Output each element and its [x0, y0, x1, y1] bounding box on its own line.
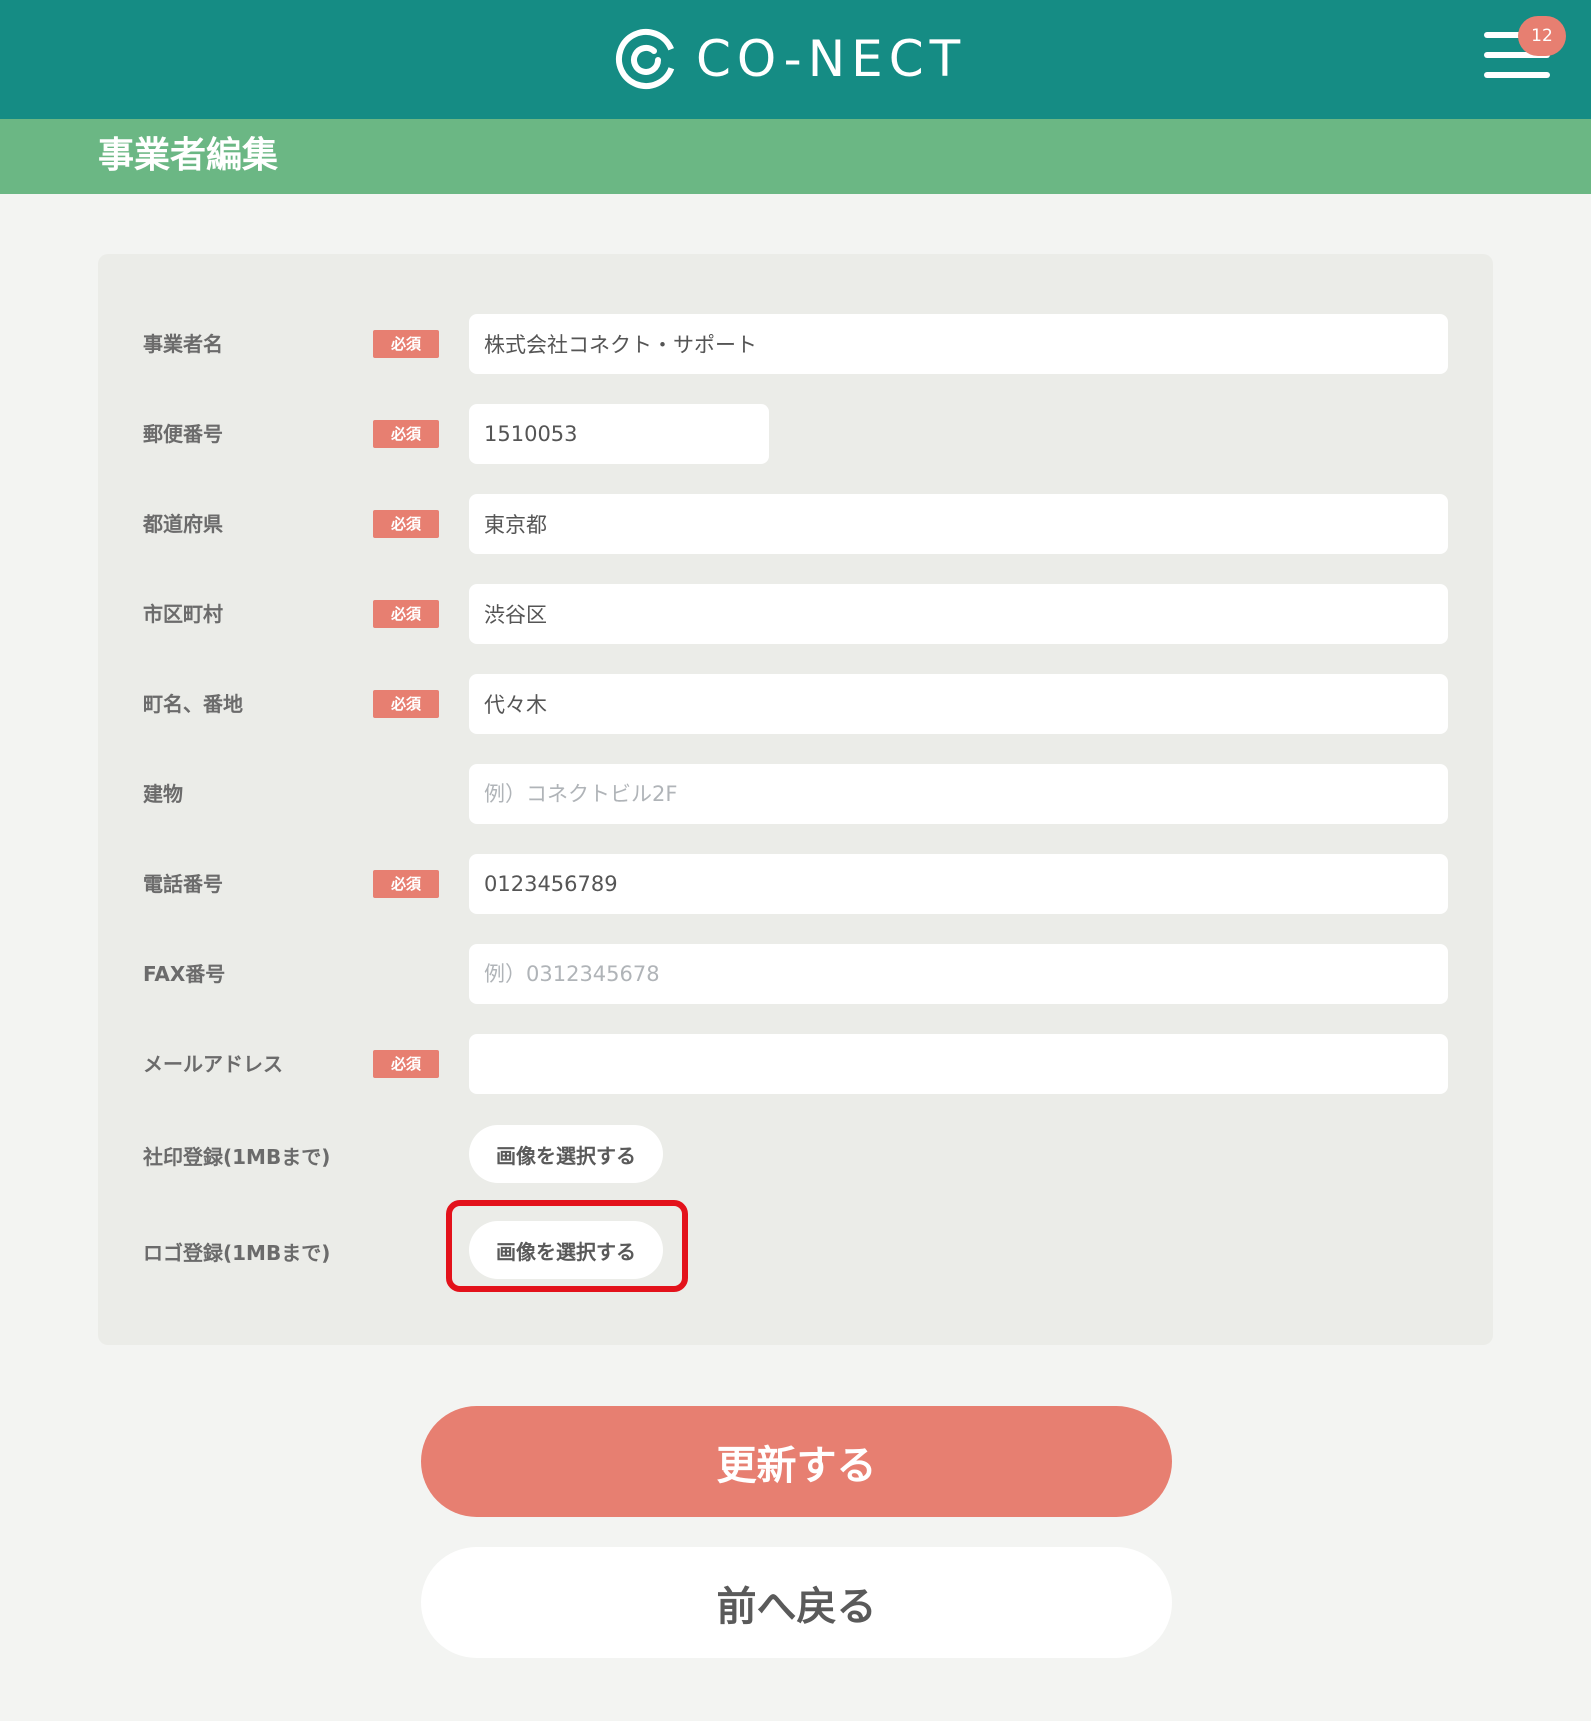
field-label: 建物 — [143, 782, 183, 806]
required-badge: 必須 — [373, 1050, 439, 1078]
required-badge: 必須 — [373, 420, 439, 448]
email-input[interactable] — [469, 1034, 1448, 1094]
page-title: 事業者編集 — [98, 135, 279, 176]
form-row-city: 市区町村 必須 — [98, 584, 1493, 644]
city-input[interactable] — [469, 584, 1448, 644]
form-row-prefecture: 都道府県 必須 — [98, 494, 1493, 554]
form-row-phone: 電話番号 必須 — [98, 854, 1493, 914]
prefecture-input[interactable] — [469, 494, 1448, 554]
form-row-building: 建物 — [98, 764, 1493, 824]
update-button[interactable]: 更新する — [421, 1406, 1172, 1517]
brand-logo-icon — [616, 29, 676, 89]
building-input[interactable] — [469, 764, 1448, 824]
back-button[interactable]: 前へ戻る — [421, 1547, 1172, 1658]
field-label: ロゴ登録(1MBまで) — [143, 1241, 331, 1265]
highlight-annotation — [446, 1200, 688, 1292]
business-name-input[interactable] — [469, 314, 1448, 374]
form-row-seal-upload: 社印登録(1MBまで) 画像を選択する — [98, 1124, 1493, 1184]
app-header: CO-NECT 12 — [0, 0, 1591, 119]
page-title-bar: 事業者編集 — [0, 119, 1591, 194]
phone-input[interactable] — [469, 854, 1448, 914]
form-row-logo-upload: ロゴ登録(1MBまで) 画像を選択する — [98, 1220, 1493, 1280]
required-badge: 必須 — [373, 870, 439, 898]
fax-input[interactable] — [469, 944, 1448, 1004]
seal-image-select-button[interactable]: 画像を選択する — [469, 1125, 663, 1183]
field-label: 社印登録(1MBまで) — [143, 1145, 331, 1169]
required-badge: 必須 — [373, 510, 439, 538]
form-row-fax: FAX番号 — [98, 944, 1493, 1004]
field-label: 都道府県 — [143, 512, 223, 536]
form-row-business-name: 事業者名 必須 — [98, 314, 1493, 374]
field-label: 郵便番号 — [143, 422, 223, 446]
brand-name: CO-NECT — [696, 30, 967, 88]
field-label: 電話番号 — [143, 872, 223, 896]
field-label: 事業者名 — [143, 332, 223, 356]
brand-logo[interactable]: CO-NECT — [614, 26, 966, 92]
business-edit-form: 事業者名 必須 郵便番号 必須 都道府県 必須 市区町村 必須 町名、番地 必須… — [98, 254, 1493, 1345]
postal-code-input[interactable] — [469, 404, 769, 464]
field-label: 町名、番地 — [143, 692, 243, 716]
field-label: メールアドレス — [143, 1052, 283, 1076]
field-label: 市区町村 — [143, 602, 223, 626]
field-label: FAX番号 — [143, 962, 226, 986]
required-badge: 必須 — [373, 600, 439, 628]
street-input[interactable] — [469, 674, 1448, 734]
notification-badge: 12 — [1518, 16, 1566, 56]
required-badge: 必須 — [373, 330, 439, 358]
required-badge: 必須 — [373, 690, 439, 718]
form-row-postal-code: 郵便番号 必須 — [98, 404, 1493, 464]
form-row-email: メールアドレス 必須 — [98, 1034, 1493, 1094]
menu-line-icon — [1484, 72, 1550, 78]
form-row-street: 町名、番地 必須 — [98, 674, 1493, 734]
